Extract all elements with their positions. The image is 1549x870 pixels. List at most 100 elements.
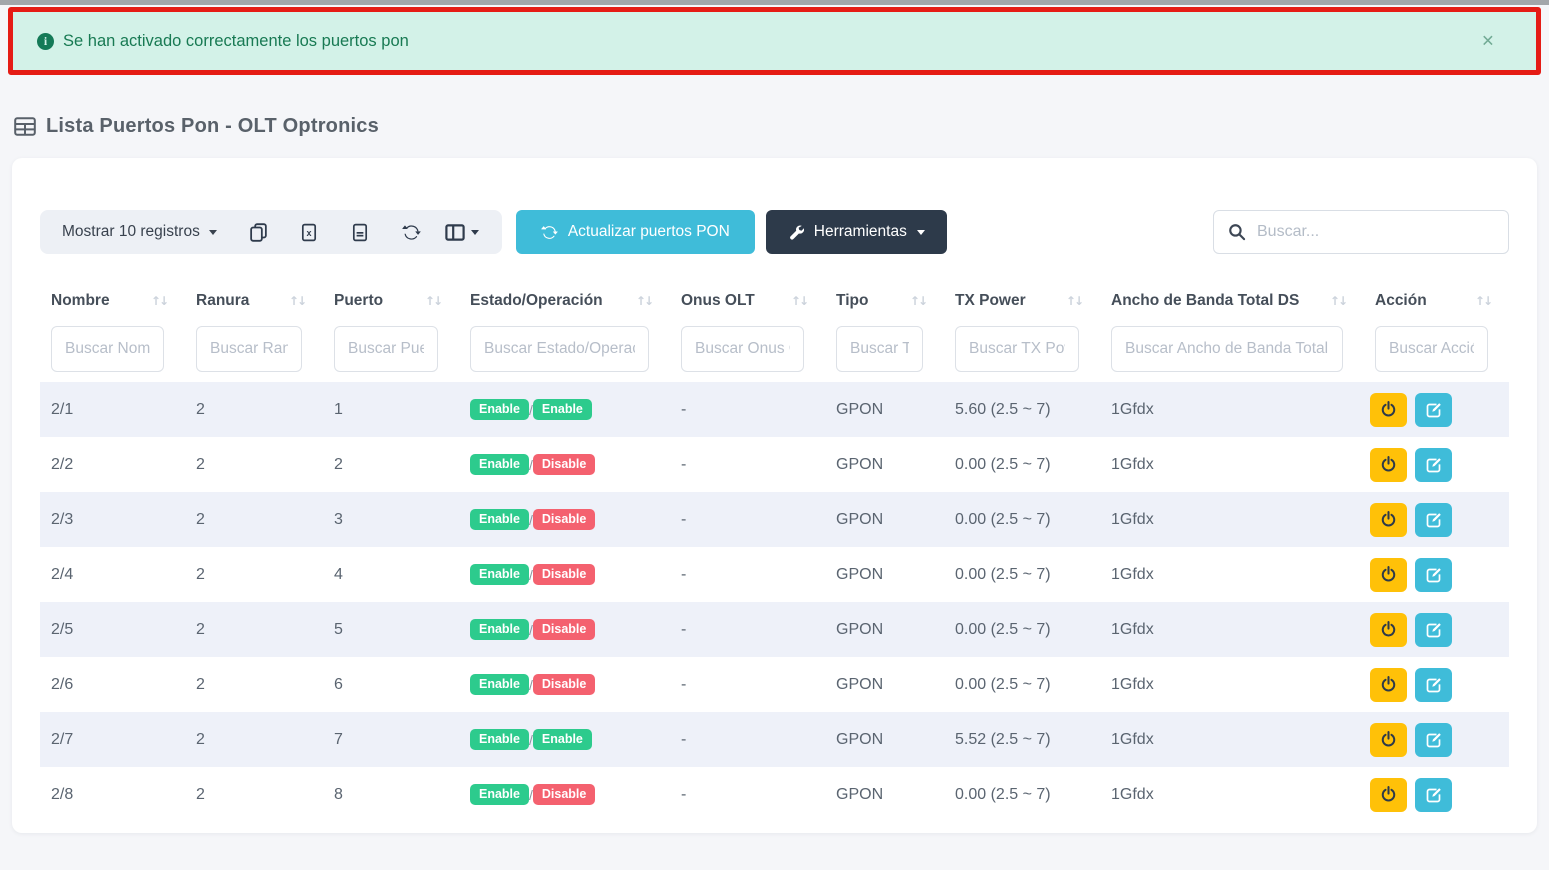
export-excel-button[interactable]: x xyxy=(284,212,335,252)
sort-icon[interactable]: ↑↓ xyxy=(791,294,807,308)
filter-input-nombre[interactable] xyxy=(51,326,164,372)
sort-icon[interactable]: ↑↓ xyxy=(1330,294,1346,308)
cell-onus-olt: - xyxy=(670,511,825,529)
column-header-nombre[interactable]: Nombre↑↓ xyxy=(40,292,185,310)
cell-ranura: 2 xyxy=(185,786,323,804)
refresh-icon xyxy=(541,224,558,241)
edit-icon xyxy=(1426,787,1442,803)
power-toggle-button[interactable] xyxy=(1370,558,1407,592)
chevron-down-icon xyxy=(471,230,479,235)
export-file-button[interactable] xyxy=(335,212,386,252)
column-header-estado-operacion[interactable]: Estado/Operación↑↓ xyxy=(459,292,670,310)
filter-input-accion[interactable] xyxy=(1375,326,1488,372)
file-text-icon xyxy=(351,223,369,242)
chevron-down-icon xyxy=(209,230,217,235)
table-row: 2/1 2 1 Enable / Enable - GPON 5.60 (2.5… xyxy=(40,382,1509,437)
column-header-ranura[interactable]: Ranura↑↓ xyxy=(185,292,323,310)
edit-button[interactable] xyxy=(1415,503,1452,537)
cell-tipo: GPON xyxy=(825,676,944,694)
power-icon xyxy=(1380,731,1397,748)
power-toggle-button[interactable] xyxy=(1370,778,1407,812)
global-search xyxy=(1213,210,1509,254)
sort-icon[interactable]: ↑↓ xyxy=(910,294,926,308)
cell-onus-olt: - xyxy=(670,731,825,749)
cell-tx-power: 5.52 (2.5 ~ 7) xyxy=(944,731,1100,749)
cell-puerto: 5 xyxy=(323,621,459,639)
filter-input-ranura[interactable] xyxy=(196,326,302,372)
edit-icon xyxy=(1426,512,1442,528)
cell-ranura: 2 xyxy=(185,511,323,529)
power-toggle-button[interactable] xyxy=(1370,448,1407,482)
cell-puerto: 4 xyxy=(323,566,459,584)
cell-estado-operacion: Enable / Disable xyxy=(459,619,670,640)
column-header-ancho-banda[interactable]: Ancho de Banda Total DS↑↓ xyxy=(1100,292,1364,310)
power-toggle-button[interactable] xyxy=(1370,613,1407,647)
operacion-badge: Disable xyxy=(533,454,595,475)
estado-badge: Enable xyxy=(470,619,529,640)
edit-button[interactable] xyxy=(1415,778,1452,812)
update-button-label: Actualizar puertos PON xyxy=(568,223,730,241)
cell-onus-olt: - xyxy=(670,786,825,804)
cell-ranura: 2 xyxy=(185,566,323,584)
column-header-puerto[interactable]: Puerto↑↓ xyxy=(323,292,459,310)
cell-tipo: GPON xyxy=(825,786,944,804)
search-input[interactable] xyxy=(1257,223,1494,241)
edit-button[interactable] xyxy=(1415,613,1452,647)
edit-button[interactable] xyxy=(1415,448,1452,482)
reload-table-button[interactable] xyxy=(386,212,437,252)
column-header-tipo[interactable]: Tipo↑↓ xyxy=(825,292,944,310)
filter-input-onus-olt[interactable] xyxy=(681,326,804,372)
filter-input-ancho-banda[interactable] xyxy=(1111,326,1343,372)
filter-input-estado-operacion[interactable] xyxy=(470,326,649,372)
filter-input-puerto[interactable] xyxy=(334,326,438,372)
cell-nombre: 2/7 xyxy=(40,731,185,749)
table-row: 2/6 2 6 Enable / Disable - GPON 0.00 (2.… xyxy=(40,657,1509,712)
alert-close-button[interactable]: × xyxy=(1482,31,1494,52)
cell-tx-power: 0.00 (2.5 ~ 7) xyxy=(944,511,1100,529)
column-header-accion[interactable]: Acción↑↓ xyxy=(1364,292,1509,310)
cell-tx-power: 0.00 (2.5 ~ 7) xyxy=(944,786,1100,804)
filter-input-tx-power[interactable] xyxy=(955,326,1079,372)
cell-puerto: 8 xyxy=(323,786,459,804)
table-row: 2/2 2 2 Enable / Disable - GPON 0.00 (2.… xyxy=(40,437,1509,492)
cell-ranura: 2 xyxy=(185,401,323,419)
sort-icon[interactable]: ↑↓ xyxy=(289,294,305,308)
sort-icon[interactable]: ↑↓ xyxy=(1066,294,1082,308)
edit-icon xyxy=(1426,622,1442,638)
cell-accion xyxy=(1364,613,1509,647)
column-header-onus-olt[interactable]: Onus OLT↑↓ xyxy=(670,292,825,310)
edit-button[interactable] xyxy=(1415,393,1452,427)
cell-ranura: 2 xyxy=(185,676,323,694)
power-toggle-button[interactable] xyxy=(1370,723,1407,757)
cell-accion xyxy=(1364,778,1509,812)
sort-icon[interactable]: ↑↓ xyxy=(1475,294,1491,308)
cell-tx-power: 0.00 (2.5 ~ 7) xyxy=(944,621,1100,639)
sort-icon[interactable]: ↑↓ xyxy=(151,294,167,308)
cell-estado-operacion: Enable / Disable xyxy=(459,784,670,805)
edit-button[interactable] xyxy=(1415,558,1452,592)
power-toggle-button[interactable] xyxy=(1370,668,1407,702)
edit-button[interactable] xyxy=(1415,668,1452,702)
column-visibility-dropdown[interactable] xyxy=(437,212,488,252)
cell-nombre: 2/6 xyxy=(40,676,185,694)
update-pon-ports-button[interactable]: Actualizar puertos PON xyxy=(516,210,755,254)
power-toggle-button[interactable] xyxy=(1370,393,1407,427)
excel-icon: x xyxy=(300,223,318,242)
sort-icon[interactable]: ↑↓ xyxy=(425,294,441,308)
operacion-badge: Enable xyxy=(533,399,592,420)
cell-onus-olt: - xyxy=(670,456,825,474)
table-toolbar: Mostrar 10 registros x xyxy=(40,210,1509,254)
tools-dropdown-button[interactable]: Herramientas xyxy=(766,210,947,254)
cell-puerto: 3 xyxy=(323,511,459,529)
cell-ancho-banda: 1Gfdx xyxy=(1100,566,1364,584)
sort-icon[interactable]: ↑↓ xyxy=(636,294,652,308)
power-icon xyxy=(1380,621,1397,638)
operacion-badge: Disable xyxy=(533,784,595,805)
edit-button[interactable] xyxy=(1415,723,1452,757)
cell-nombre: 2/2 xyxy=(40,456,185,474)
power-toggle-button[interactable] xyxy=(1370,503,1407,537)
column-header-tx-power[interactable]: TX Power↑↓ xyxy=(944,292,1100,310)
page-length-dropdown[interactable]: Mostrar 10 registros xyxy=(62,223,217,241)
filter-input-tipo[interactable] xyxy=(836,326,923,372)
copy-button[interactable] xyxy=(233,212,284,252)
